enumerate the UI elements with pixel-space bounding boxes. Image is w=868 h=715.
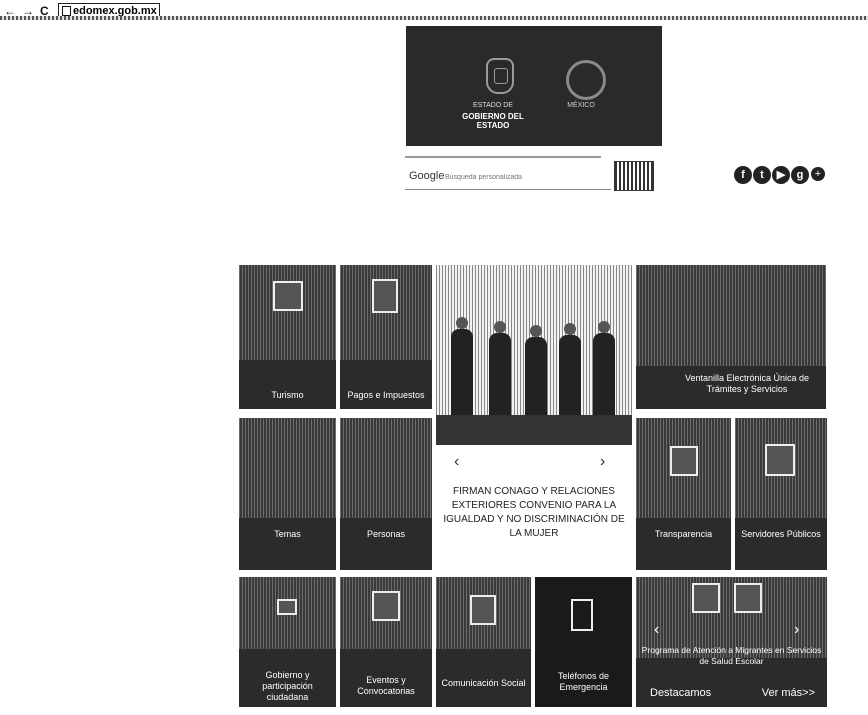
facebook-icon[interactable]: f [734,166,752,184]
newspaper-icon [470,595,496,625]
tile-label: Servidores Públicos [741,529,821,539]
figure-head [456,317,468,329]
header-banner[interactable]: ESTADO DE GOBIERNO DEL ESTADO MÉXICO [406,26,662,146]
tile-label: Eventos y Convocatorias [357,675,415,696]
tile-temas[interactable]: Temas [239,418,336,570]
government-logo [566,60,606,100]
google-logo: Google [409,170,445,182]
document-icon [670,446,698,476]
tile-personas[interactable]: Personas [340,418,432,570]
figure [559,335,581,415]
banner-line-3: MÉXICO [567,102,595,109]
tile-eventos[interactable]: Eventos y Convocatorias [340,577,432,707]
tile-label: Transparencia [654,529,713,539]
tile-image [239,418,336,519]
tile-label: Temas [274,529,301,539]
tile-label: Personas [366,529,406,539]
tile-servidores[interactable]: Servidores Públicos [735,418,827,570]
news-carousel[interactable]: ‹ › FIRMAN CONAGO Y RELACIONES EXTERIORE… [436,265,632,575]
tile-label: Pagos e Impuestos [347,390,425,400]
tile-label: Gobierno y participación ciudadana [262,670,313,702]
youtube-icon[interactable]: ▶ [772,166,790,184]
photo-table [436,415,632,445]
banner-line-1: ESTADO DE [473,102,513,109]
promo-next-icon[interactable]: › [794,621,799,639]
tile-gobierno[interactable]: Gobierno y participación ciudadana [239,577,336,707]
google-plus-icon[interactable]: g [791,166,809,184]
more-social-icon[interactable]: + [811,167,825,181]
search-button[interactable] [614,161,654,191]
chat-icon [277,599,297,615]
tile-label: Comunicación Social [441,678,526,688]
toolbar-divider [0,16,868,20]
carousel-prev-icon[interactable]: ‹ [454,453,459,471]
figure-head [564,323,576,335]
tile-turismo[interactable]: Turismo [239,265,336,409]
tile-destacamos[interactable]: ‹ › Programa de Atención a Migrantes en … [636,577,827,707]
figure [489,333,511,415]
tile-image [239,265,336,361]
figure-head [598,321,610,333]
promo-image-right [734,583,762,613]
search-box: Google [405,164,611,190]
ver-mas-link[interactable]: Ver más>> [762,687,815,699]
tile-pagos[interactable]: Pagos e Impuestos [340,265,432,409]
tile-image [636,265,826,366]
phone-icon [571,599,593,631]
promo-prev-icon[interactable]: ‹ [654,621,659,639]
tile-label: Teléfonos de Emergencia [557,671,610,692]
banner-line-2: GOBIERNO DEL ESTADO [462,112,524,130]
promo-image-left [692,583,720,613]
search-input[interactable] [445,169,605,185]
lock-icon [62,6,71,16]
tile-ventanilla[interactable]: Ventanilla Electrónica Única de Trámites… [636,265,826,409]
carousel-next-icon[interactable]: › [600,453,605,471]
figure-head [530,325,542,337]
destacamos-label: Destacamos [650,687,712,699]
tile-transparencia[interactable]: Transparencia [636,418,731,570]
tile-label: Ventanilla Electrónica Única de Trámites… [684,373,810,394]
search-divider [405,156,601,158]
twitter-icon[interactable]: t [753,166,771,184]
people-icon [765,444,795,476]
browser-toolbar: ← → C edomex.gob.mx [0,0,868,22]
state-seal-logo [486,58,514,94]
carousel-caption[interactable]: FIRMAN CONAGO Y RELACIONES EXTERIORES CO… [438,485,630,541]
tile-telefonos[interactable]: Teléfonos de Emergencia [535,577,632,707]
figure [593,333,615,415]
calendar-icon [372,591,400,621]
tile-image [340,418,432,519]
carousel-photo [436,265,632,445]
figure [451,329,473,415]
figure [525,337,547,415]
map-icon [273,281,303,311]
tile-label: Turismo [271,390,304,400]
figure-head [494,321,506,333]
promo-label: Programa de Atención a Migrantes en Serv… [641,645,822,666]
receipt-icon [372,279,398,313]
tile-comunicacion[interactable]: Comunicación Social [436,577,531,707]
